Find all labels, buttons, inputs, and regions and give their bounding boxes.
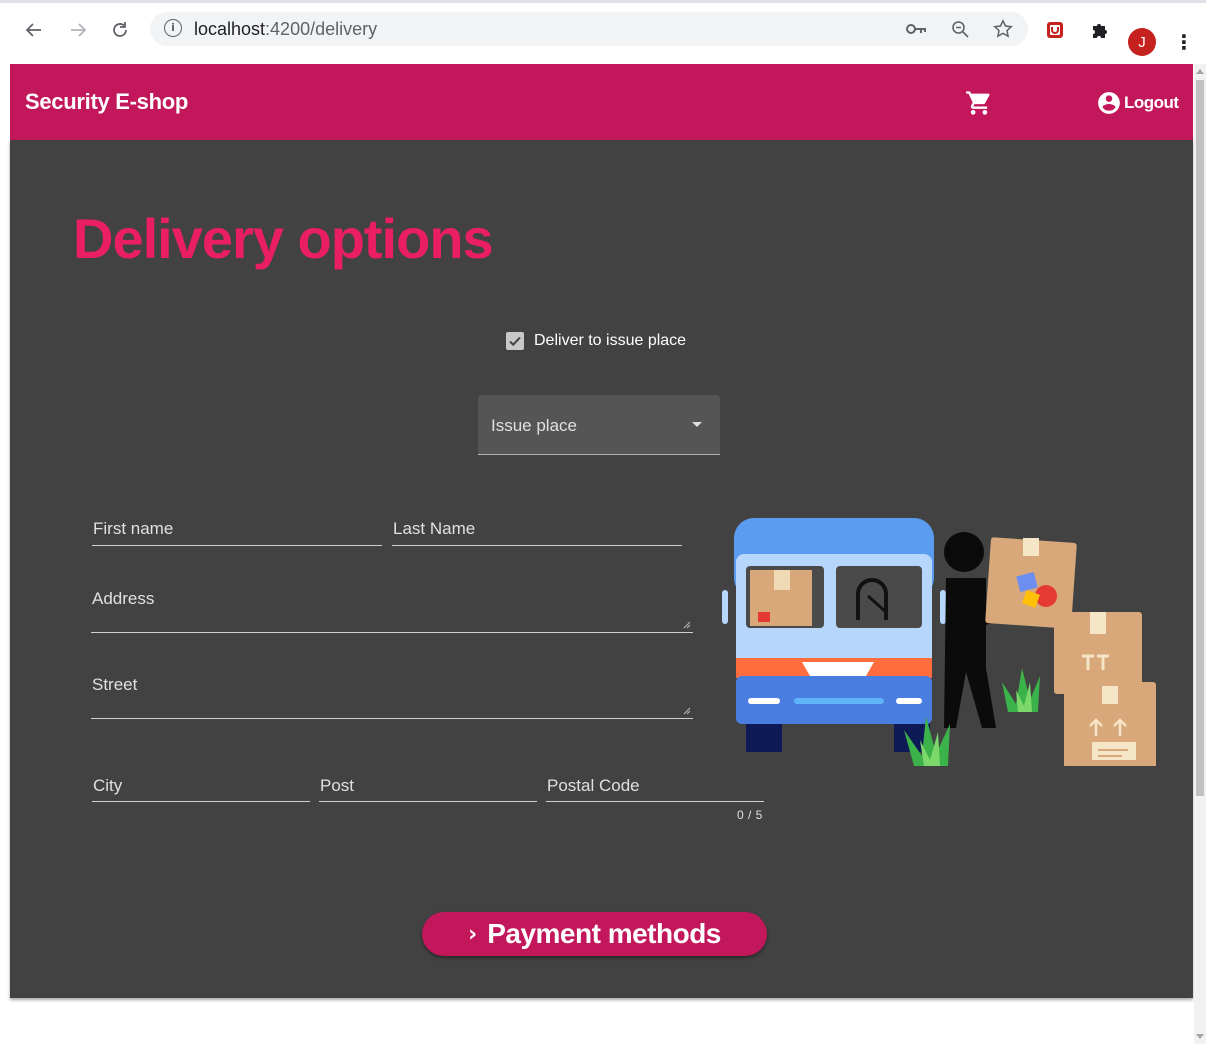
extension-shield-icon[interactable] (1042, 17, 1068, 43)
delivery-illustration (722, 518, 1156, 766)
resize-handle-icon[interactable] (683, 707, 691, 715)
scroll-thumb[interactable] (1196, 80, 1204, 796)
account-circle-icon (1098, 92, 1120, 114)
city-label: City (93, 776, 123, 795)
zoom-icon[interactable] (949, 18, 971, 40)
vertical-scrollbar[interactable] (1194, 64, 1206, 1044)
puzzle-icon[interactable] (1087, 17, 1113, 43)
back-arrow-icon[interactable] (20, 16, 48, 44)
resize-handle-icon[interactable] (683, 621, 691, 629)
scroll-up-arrow-icon[interactable] (1196, 69, 1204, 74)
page-title: Delivery options (73, 207, 494, 270)
payment-methods-button[interactable]: › Payment methods (422, 912, 767, 956)
scroll-down-arrow-icon[interactable] (1196, 1034, 1204, 1039)
checkbox-box[interactable] (506, 332, 524, 350)
postal-code-label: Postal Code (547, 776, 640, 795)
delivery-card: Delivery options Deliver to issue place … (10, 140, 1193, 998)
menu-kebab-icon[interactable]: ⋮ (1174, 29, 1194, 55)
street-textarea[interactable]: Street (91, 665, 693, 719)
issue-place-select[interactable]: Issue place (478, 395, 720, 455)
logout-label: Logout (1124, 93, 1179, 112)
url-text: localhost:4200/delivery (194, 19, 378, 39)
dropdown-arrow-icon (692, 422, 702, 427)
first-name-field[interactable]: First name (92, 515, 382, 546)
logout-button[interactable]: Logout (1096, 90, 1179, 116)
payment-methods-label: Payment methods (487, 918, 721, 949)
street-label: Street (92, 675, 138, 694)
address-bar[interactable]: i localhost:4200/delivery (150, 12, 1028, 46)
reload-icon[interactable] (106, 16, 134, 44)
issue-place-label: Issue place (491, 416, 577, 435)
city-field[interactable]: City (92, 772, 310, 802)
first-name-label: First name (93, 519, 174, 538)
last-name-field[interactable]: Last Name (392, 515, 682, 546)
postal-code-counter: 0 / 5 (737, 808, 763, 822)
profile-avatar[interactable]: J (1128, 28, 1156, 56)
avatar-initial: J (1138, 33, 1146, 51)
app-toolbar: Security E-shop Logout (10, 64, 1193, 140)
browser-chrome: i localhost:4200/delivery J ⋮ (0, 0, 1206, 64)
deliver-to-issue-place-checkbox[interactable]: Deliver to issue place (506, 332, 686, 350)
checkbox-label: Deliver to issue place (534, 332, 687, 349)
forward-arrow-icon[interactable] (64, 16, 92, 44)
postal-code-field[interactable]: Postal Code (546, 772, 764, 802)
address-label: Address (92, 589, 155, 608)
post-label: Post (320, 776, 355, 795)
star-icon[interactable] (992, 18, 1014, 40)
last-name-label: Last Name (393, 519, 476, 538)
check-icon (509, 336, 521, 347)
cart-icon[interactable] (965, 89, 995, 119)
info-icon[interactable]: i (164, 19, 182, 37)
post-field[interactable]: Post (319, 772, 537, 802)
address-textarea[interactable]: Address (91, 580, 693, 633)
key-icon[interactable] (906, 18, 928, 40)
chevron-right-icon: › (468, 921, 478, 947)
brand-title[interactable]: Security E-shop (25, 89, 188, 115)
